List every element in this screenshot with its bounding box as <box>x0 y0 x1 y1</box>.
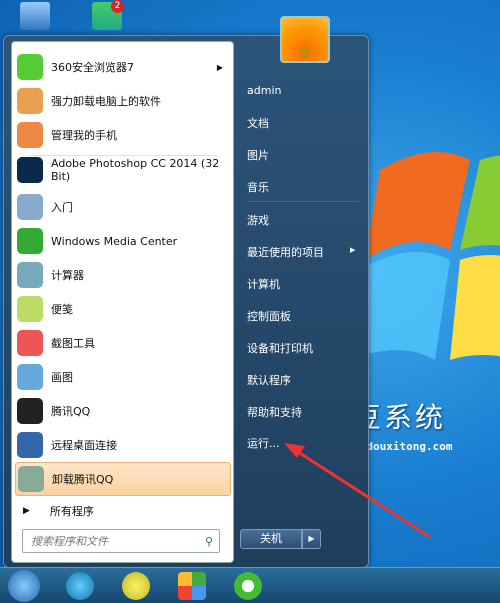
taskbar <box>0 567 500 603</box>
app-store-icon[interactable] <box>178 572 206 600</box>
red-arrow-annotation <box>284 443 431 539</box>
ie-icon[interactable] <box>66 572 94 600</box>
360-guard-icon[interactable] <box>122 572 150 600</box>
360-browser-taskbar-icon[interactable] <box>234 572 262 600</box>
start-orb-button[interactable] <box>8 570 40 602</box>
